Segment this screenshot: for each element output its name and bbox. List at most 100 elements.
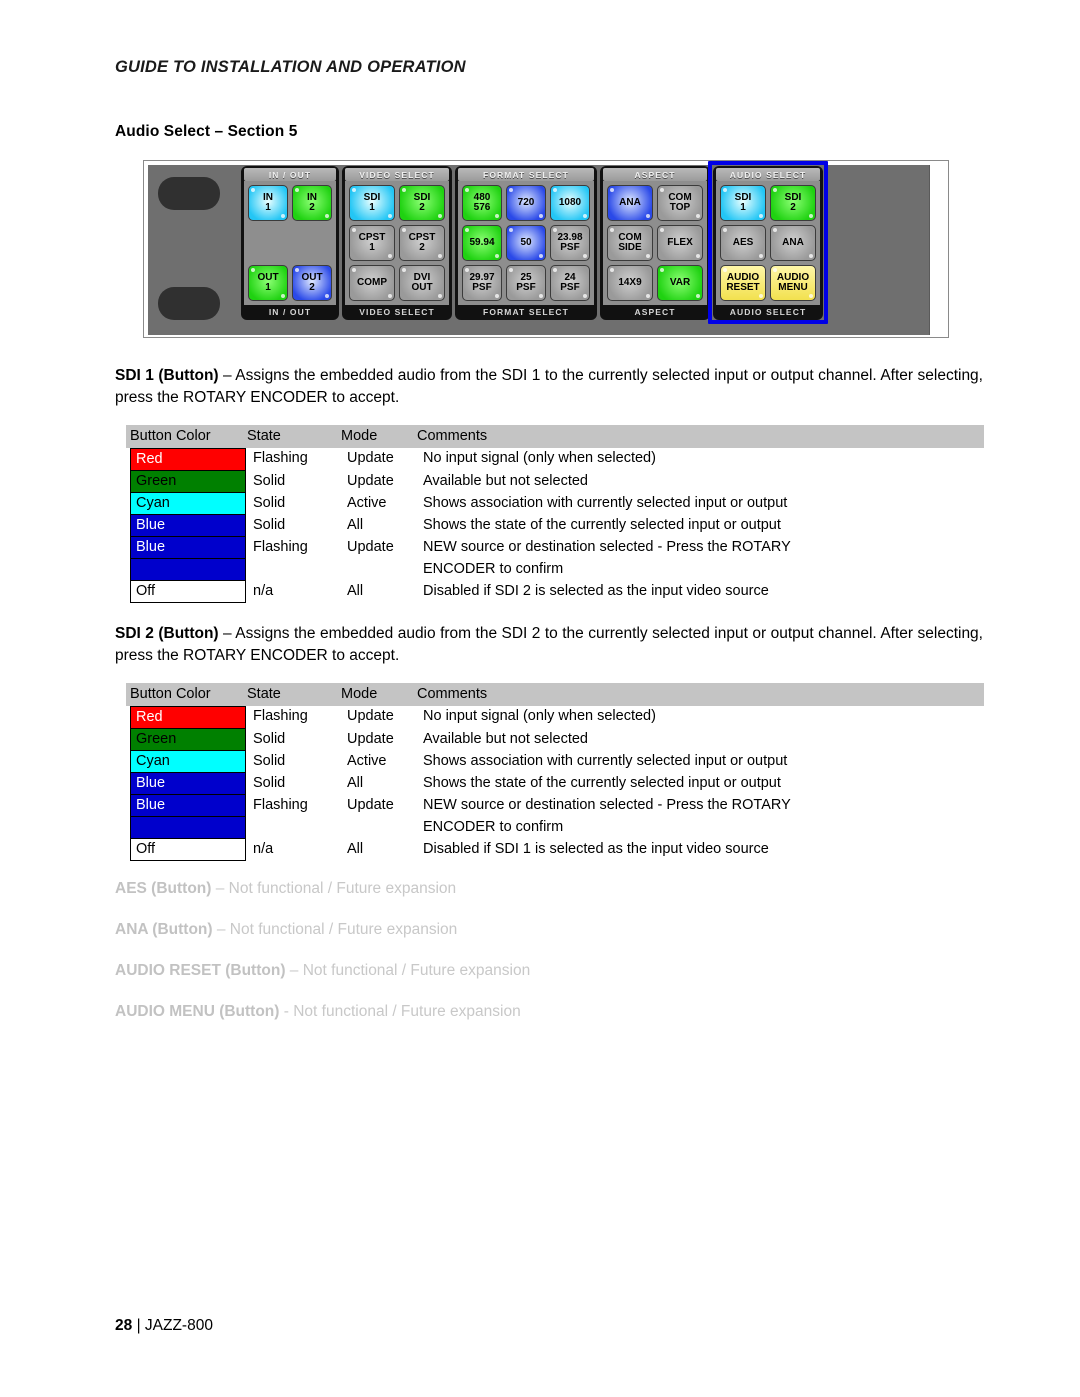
panel-key-cpst-2[interactable]: CPST 2 [399, 225, 445, 261]
comments-cell-text: ENCODER to confirm [423, 819, 564, 835]
comments-cell: ENCODER to confirm [417, 817, 984, 839]
panel-key-flex[interactable]: FLEX [657, 225, 703, 261]
panel-key-cpst-1[interactable]: CPST 1 [349, 225, 395, 261]
panel-key-25-psf[interactable]: 25 PSF [506, 265, 546, 301]
comments-cell-text: ENCODER to confirm [423, 561, 564, 577]
panel-key-blank [248, 225, 288, 261]
panel-key-sdi-1[interactable]: SDI 1 [349, 185, 395, 221]
panel-key-var[interactable]: VAR [657, 265, 703, 301]
comments-cell: Available but not selected [417, 471, 984, 493]
panel-key-label-line1: 59.94 [469, 236, 495, 248]
future-expansion-item: AUDIO MENU (Button) - Not functional / F… [115, 1003, 521, 1021]
comments-cell: Disabled if SDI 1 is selected as the inp… [417, 839, 984, 861]
future-expansion-term: AES (Button) [115, 880, 212, 897]
panel-key-480-576[interactable]: 480 576 [462, 185, 502, 221]
color-swatch: Green [130, 471, 246, 493]
state-cell-text: Flashing [253, 797, 308, 813]
mode-cell-text: All [347, 841, 364, 857]
state-cell [247, 559, 341, 581]
table-header-cell: Button Color [126, 425, 247, 448]
panel-key-label-line1: 1080 [558, 196, 582, 208]
table-row: ENCODER to confirm [126, 559, 984, 581]
state-cell-text: n/a [253, 841, 274, 857]
state-cell: Solid [247, 493, 341, 515]
panel-key-sdi-2[interactable]: SDI 2 [399, 185, 445, 221]
table-header-cell: Comments [417, 683, 984, 706]
state-cell-text: Flashing [253, 708, 308, 724]
panel-key-24-psf[interactable]: 24 PSF [550, 265, 590, 301]
panel-key-label-line2: 2 [419, 242, 425, 253]
comments-cell-text: Disabled if SDI 1 is selected as the inp… [423, 841, 769, 857]
sdi1-paragraph: SDI 1 (Button) – Assigns the embedded au… [115, 365, 983, 409]
panel-key-out-2[interactable]: OUT 2 [292, 265, 332, 301]
panel-key-aes[interactable]: AES [720, 225, 766, 261]
table-header-cell: Mode [341, 425, 417, 448]
table-row: Off n/a All Disabled if SDI 1 is selected a… [126, 839, 984, 861]
section-button-grid: IN 1 IN 2 OUT 1 OUT 2 [244, 181, 336, 305]
state-cell-text: Flashing [253, 539, 308, 555]
panel-key-label-line2: 1 [740, 202, 746, 213]
future-expansion-term: ANA (Button) [115, 921, 213, 938]
table-row: Blue Flashing Update NEW source or destinat… [126, 795, 984, 817]
panel-key-dvi-out[interactable]: DVI OUT [399, 265, 445, 301]
mode-cell-text: Update [347, 450, 394, 466]
state-cell: Solid [247, 471, 341, 493]
color-swatch: Blue [130, 515, 246, 537]
button-color-cell: Green [126, 471, 247, 493]
panel-key-label-line1: 50 [520, 236, 532, 248]
state-cell: Solid [247, 751, 341, 773]
table-row: Off n/a All Disabled if SDI 2 is selected a… [126, 581, 984, 603]
section-button-grid: ANA COM TOP COM SIDE FLEX 14X9 VAR [603, 181, 707, 305]
table-row: Cyan Solid Active Shows association with cu… [126, 493, 984, 515]
mode-cell-text: Update [347, 797, 394, 813]
panel-key-com-side[interactable]: COM SIDE [607, 225, 653, 261]
panel-key-sdi-2[interactable]: SDI 2 [770, 185, 816, 221]
mode-cell-text: Update [347, 731, 394, 747]
panel-key-label-line1: ANA [782, 236, 804, 248]
panel-key-sdi-1[interactable]: SDI 1 [720, 185, 766, 221]
panel-key-23-98-psf[interactable]: 23.98 PSF [550, 225, 590, 261]
mode-cell-text: All [347, 517, 364, 533]
panel-key-50[interactable]: 50 [506, 225, 546, 261]
table-header-cell: State [247, 683, 341, 706]
panel-key-29-97-psf[interactable]: 29.97 PSF [462, 265, 502, 301]
button-color-cell: Blue [126, 537, 247, 559]
panel-sections: IN / OUT IN 1 IN 2 OUT 1 OUT 2 IN / OUT VIDEO SELE… [241, 161, 828, 324]
panel-key-out-1[interactable]: OUT 1 [248, 265, 288, 301]
table-row: Blue Solid All Shows the state of the curre… [126, 515, 984, 537]
comments-cell: NEW source or destination selected - Pre… [417, 795, 984, 817]
color-swatch: Off [130, 581, 246, 603]
panel-key-ana[interactable]: ANA [770, 225, 816, 261]
panel-key-label-line2: 576 [473, 202, 491, 213]
panel-key-label-line2: OUT [411, 282, 433, 293]
state-cell: Solid [247, 515, 341, 537]
state-cell-text: Solid [253, 775, 286, 791]
footer-page-number: 28 [115, 1317, 133, 1334]
panel-key-in-2[interactable]: IN 2 [292, 185, 332, 221]
panel-key-comp[interactable]: COMP [349, 265, 395, 301]
state-cell: Flashing [247, 706, 341, 729]
panel-key-audio-menu[interactable]: AUDIO MENU [770, 265, 816, 301]
panel-key-1080[interactable]: 1080 [550, 185, 590, 221]
table-row: Green Solid Update Available but not select… [126, 729, 984, 751]
color-swatch [130, 559, 246, 581]
color-swatch: Cyan [130, 751, 246, 773]
sdi2-term: SDI 2 (Button) [115, 625, 219, 642]
panel-key-14x9[interactable]: 14X9 [607, 265, 653, 301]
panel-section-in-out: IN / OUT IN 1 IN 2 OUT 1 OUT 2 IN / OUT [241, 166, 339, 320]
color-swatch: Green [130, 729, 246, 751]
color-swatch: Red [130, 448, 246, 471]
panel-key-in-1[interactable]: IN 1 [248, 185, 288, 221]
button-color-cell: Off [126, 581, 247, 603]
mode-cell: Update [341, 795, 417, 817]
panel-key-720[interactable]: 720 [506, 185, 546, 221]
page-footer: 28 | JAZZ-800 [115, 1317, 213, 1335]
comments-cell-text: Shows the state of the currently selecte… [423, 775, 781, 791]
comments-cell-text: Disabled if SDI 2 is selected as the inp… [423, 583, 769, 599]
panel-key-ana[interactable]: ANA [607, 185, 653, 221]
button-color-cell: Red [126, 448, 247, 471]
panel-key-com-top[interactable]: COM TOP [657, 185, 703, 221]
panel-key-59-94[interactable]: 59.94 [462, 225, 502, 261]
mode-cell: Update [341, 537, 417, 559]
panel-key-audio-reset[interactable]: AUDIO RESET [720, 265, 766, 301]
